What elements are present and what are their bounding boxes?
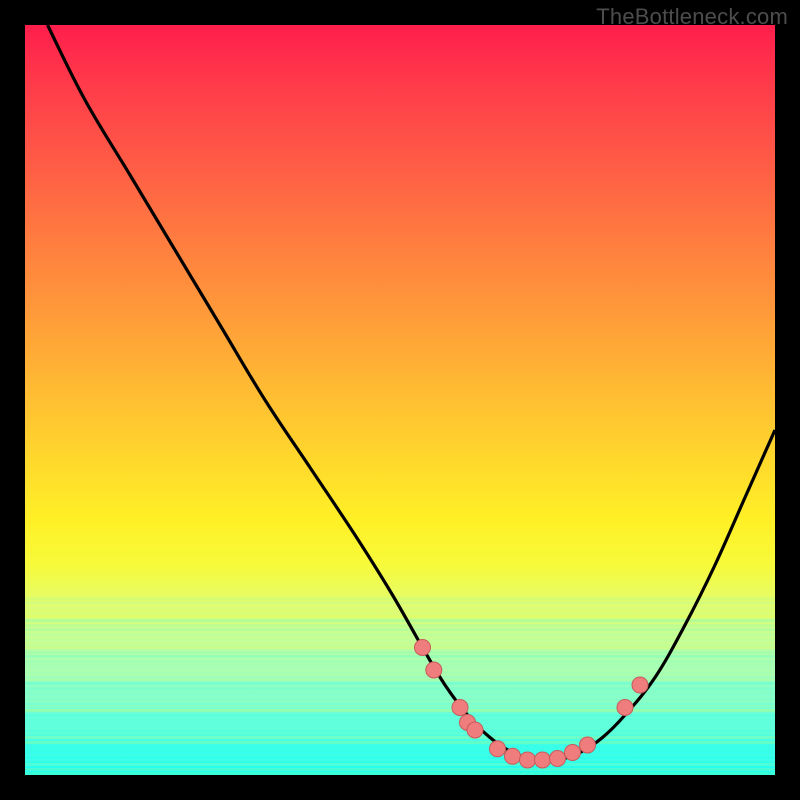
data-marker xyxy=(632,677,648,693)
gradient-stripes xyxy=(25,595,775,775)
data-marker xyxy=(426,662,442,678)
data-marker xyxy=(415,640,431,656)
chart-svg xyxy=(25,25,775,775)
data-marker xyxy=(490,741,506,757)
data-marker xyxy=(460,715,476,731)
data-marker xyxy=(467,722,483,738)
data-marker xyxy=(617,700,633,716)
data-marker xyxy=(520,752,536,768)
data-marker xyxy=(505,748,521,764)
data-marker xyxy=(580,737,596,753)
plot-area xyxy=(25,25,775,775)
bottleneck-curve xyxy=(48,25,776,761)
data-marker xyxy=(565,745,581,761)
data-marker xyxy=(535,752,551,768)
data-marker xyxy=(550,751,566,767)
chart-frame: TheBottleneck.com xyxy=(0,0,800,800)
data-marker xyxy=(452,700,468,716)
data-markers xyxy=(415,640,649,769)
